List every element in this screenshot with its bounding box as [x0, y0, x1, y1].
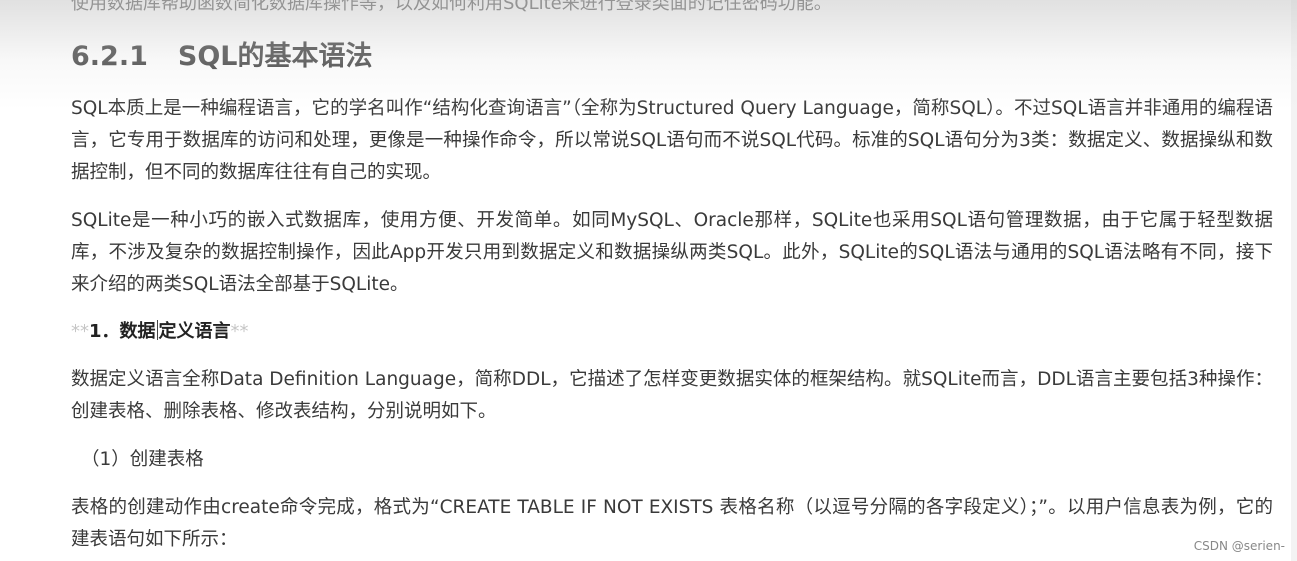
scrollbar[interactable]	[1291, 0, 1297, 561]
step-create-table: （1）创建表格	[81, 449, 204, 470]
markdown-bold-open: **	[71, 321, 89, 342]
paragraph-sqlite-intro: SQLite是一种小巧的嵌入式数据库，使用方便、开发简单。如同MySQL、Ora…	[71, 210, 1273, 295]
paragraph-ddl: 数据定义语言全称Data Definition Language，简称DDL，它…	[71, 369, 1273, 422]
markdown-bold-close: **	[230, 321, 249, 342]
paragraph-sql-intro: SQL本质上是一种编程语言，它的学名叫作“结构化查询语言”（全称为Structu…	[71, 98, 1273, 183]
section-title: SQL的基本语法	[177, 41, 373, 72]
section-heading: 6.2.1 SQL的基本语法	[71, 34, 372, 73]
text-cursor	[156, 320, 158, 340]
subheading-text-part1: 1．数据	[89, 321, 156, 342]
partially-visible-line: 使用数据库帮助函数简化数据库操作等，以及如何利用SQLite来进行登录类面的记住…	[71, 0, 832, 14]
subheading-text-part2: 定义语言	[158, 321, 231, 342]
section-number: 6.2.1	[71, 41, 148, 72]
document-page: 使用数据库帮助函数简化数据库操作等，以及如何利用SQLite来进行登录类面的记住…	[0, 0, 1297, 561]
watermark: CSDN @serien-	[1193, 539, 1285, 553]
subheading-ddl: **1．数据 定义语言**	[71, 317, 249, 343]
paragraph-create-command: 表格的创建动作由create命令完成，格式为“CREATE TABLE IF N…	[71, 497, 1273, 550]
